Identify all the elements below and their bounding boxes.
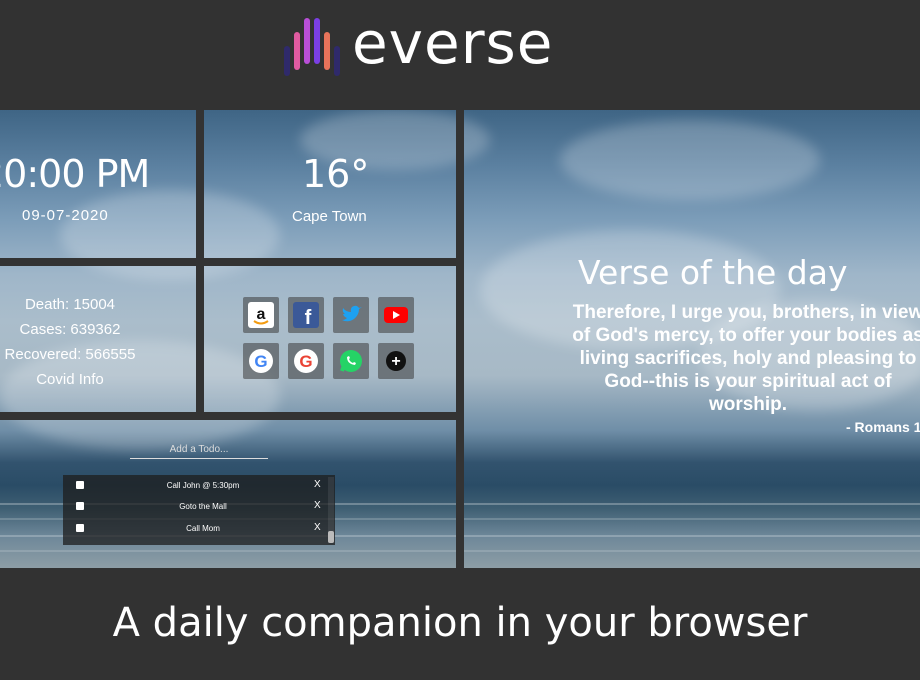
todo-scrollbar[interactable]: [328, 477, 334, 543]
tagline: A daily companion in your browser: [112, 600, 808, 646]
google-shortcut[interactable]: G: [243, 343, 279, 379]
amazon-letter: a: [257, 306, 266, 323]
google-letter: G: [299, 352, 312, 371]
todo-item: Goto the Mall X: [63, 496, 329, 516]
whatsapp-icon: [340, 350, 362, 372]
todo-checkbox[interactable]: [76, 502, 84, 510]
amazon-shortcut[interactable]: a: [243, 297, 279, 333]
todo-item: Call John @ 5:30pm X: [63, 475, 329, 495]
everse-logo-icon: [284, 18, 340, 76]
google-icon: G: [249, 349, 273, 373]
verse-line: Therefore, I urge you, brothers, in view: [572, 302, 920, 323]
verse-reference: - Romans 12:1: [846, 419, 920, 435]
verse-line: God--this is your spiritual act of: [604, 371, 892, 392]
todo-text: Call Mom: [186, 524, 220, 533]
covid-recovered: Recovered: 566555: [4, 346, 136, 363]
todo-input[interactable]: Add a Todo...: [130, 444, 268, 459]
covid-death: Death: 15004: [24, 296, 116, 313]
facebook-shortcut[interactable]: f: [288, 297, 324, 333]
todo-remove-button[interactable]: X: [314, 500, 321, 511]
clock-time: 20:00 PM: [0, 152, 150, 196]
add-shortcut-symbol: +: [391, 353, 400, 370]
amazon-icon: a: [248, 302, 274, 328]
facebook-icon: f: [293, 302, 319, 328]
facebook-letter: f: [305, 307, 312, 328]
verse-text: Therefore, I urge you, brothers, in view…: [508, 301, 920, 416]
google-icon: G: [294, 349, 318, 373]
todo-item: Call Mom X: [63, 518, 329, 538]
covid-label: Covid Info: [36, 371, 104, 388]
weather-temperature: 16°: [302, 152, 370, 196]
verse-line: worship.: [708, 394, 788, 415]
todo-remove-button[interactable]: X: [314, 522, 321, 533]
todo-text: Call John @ 5:30pm: [166, 481, 240, 490]
todo-text: Goto the Mall: [179, 502, 227, 511]
weather-city: Cape Town: [292, 208, 367, 225]
brand-name: everse: [352, 9, 554, 77]
add-shortcut-icon: +: [386, 351, 406, 371]
google-letter: G: [254, 352, 267, 371]
verse-line: living sacrifices, holy and pleasing to: [579, 348, 917, 369]
clock-date: 09-07-2020: [22, 207, 109, 224]
covid-panel: Death: 15004 Cases: 639362 Recovered: 56…: [0, 292, 140, 392]
youtube-icon: [384, 307, 408, 323]
todo-remove-button[interactable]: X: [314, 479, 321, 490]
add-shortcut-button[interactable]: +: [378, 343, 414, 379]
twitter-shortcut[interactable]: [333, 297, 369, 333]
verse-line: of God's mercy, to offer your bodies as: [572, 325, 920, 346]
whatsapp-shortcut[interactable]: [333, 343, 369, 379]
twitter-icon: [342, 305, 362, 322]
todo-scrollbar-thumb[interactable]: [328, 531, 334, 543]
todo-checkbox[interactable]: [76, 524, 84, 532]
google-shortcut-2[interactable]: G: [288, 343, 324, 379]
header: everse: [0, 0, 920, 110]
verse-title: Verse of the day: [578, 253, 848, 292]
todo-list: Call John @ 5:30pm X Goto the Mall X Cal…: [63, 475, 335, 545]
youtube-shortcut[interactable]: [378, 297, 414, 333]
covid-cases: Cases: 639362: [19, 321, 121, 338]
todo-checkbox[interactable]: [76, 481, 84, 489]
